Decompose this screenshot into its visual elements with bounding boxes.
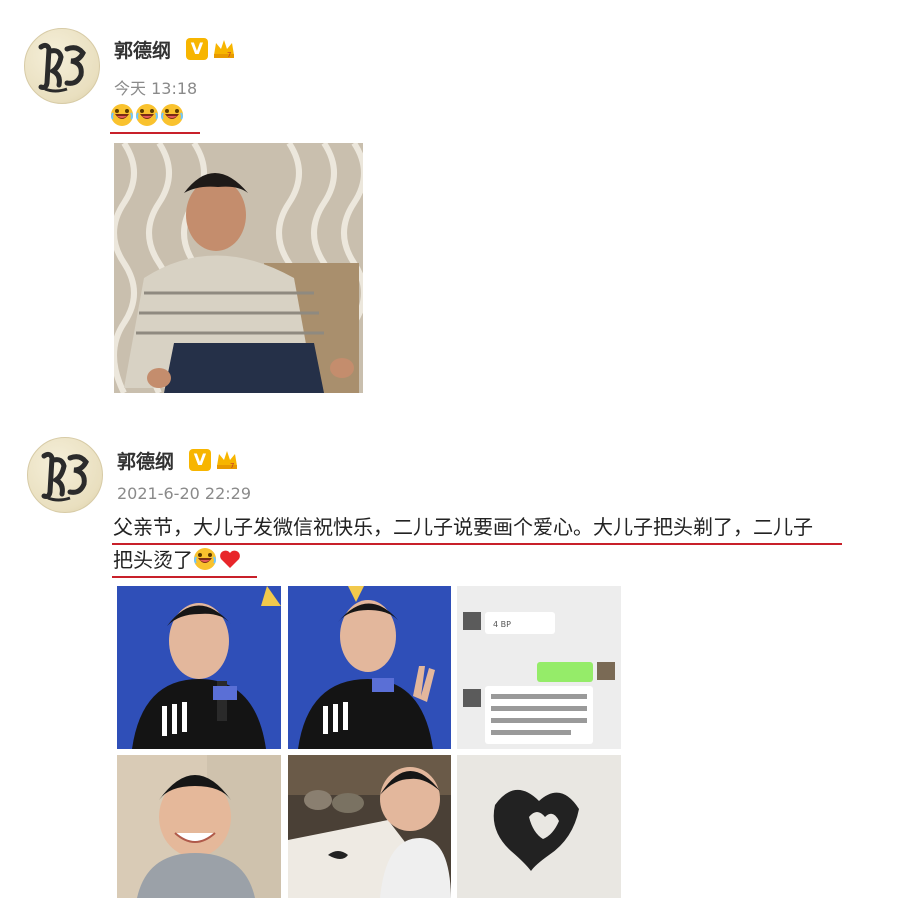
verified-badge-icon: V <box>189 449 211 471</box>
heart-emoji <box>218 547 242 571</box>
post-text-line-2: 把头烫了 <box>113 544 243 577</box>
svg-text:7: 7 <box>230 462 234 470</box>
vip-crown-icon: 7 <box>215 448 239 470</box>
post-photo-guo-qilin-2[interactable] <box>288 586 451 749</box>
avatar[interactable] <box>27 437 103 513</box>
laugh-cry-emoji <box>193 547 217 571</box>
post-text-line-2-text: 把头烫了 <box>113 548 193 572</box>
weibo-post-2: 郭德纲 V 7 2021-6-20 22:29 父亲节，大儿子发微信祝快乐，二儿… <box>0 0 900 898</box>
post-text-line-1: 父亲节，大儿子发微信祝快乐，二儿子说要画个爱心。大儿子把头剃了，二儿子 <box>113 515 813 539</box>
author-name[interactable]: 郭德纲 <box>117 447 174 474</box>
post-photo-boy-smiling[interactable] <box>117 755 281 898</box>
post-photo-wechat-chat[interactable]: 4 BP <box>457 586 621 749</box>
post-photo-boy-painting[interactable] <box>288 755 451 898</box>
highlight-underline <box>112 576 257 578</box>
chat-bubble-text: 4 BP <box>493 620 511 629</box>
post-time: 2021-6-20 22:29 <box>117 484 251 503</box>
post-photo-heart-drawing[interactable] <box>457 755 621 898</box>
post-photo-guo-qilin-1[interactable] <box>117 586 281 749</box>
